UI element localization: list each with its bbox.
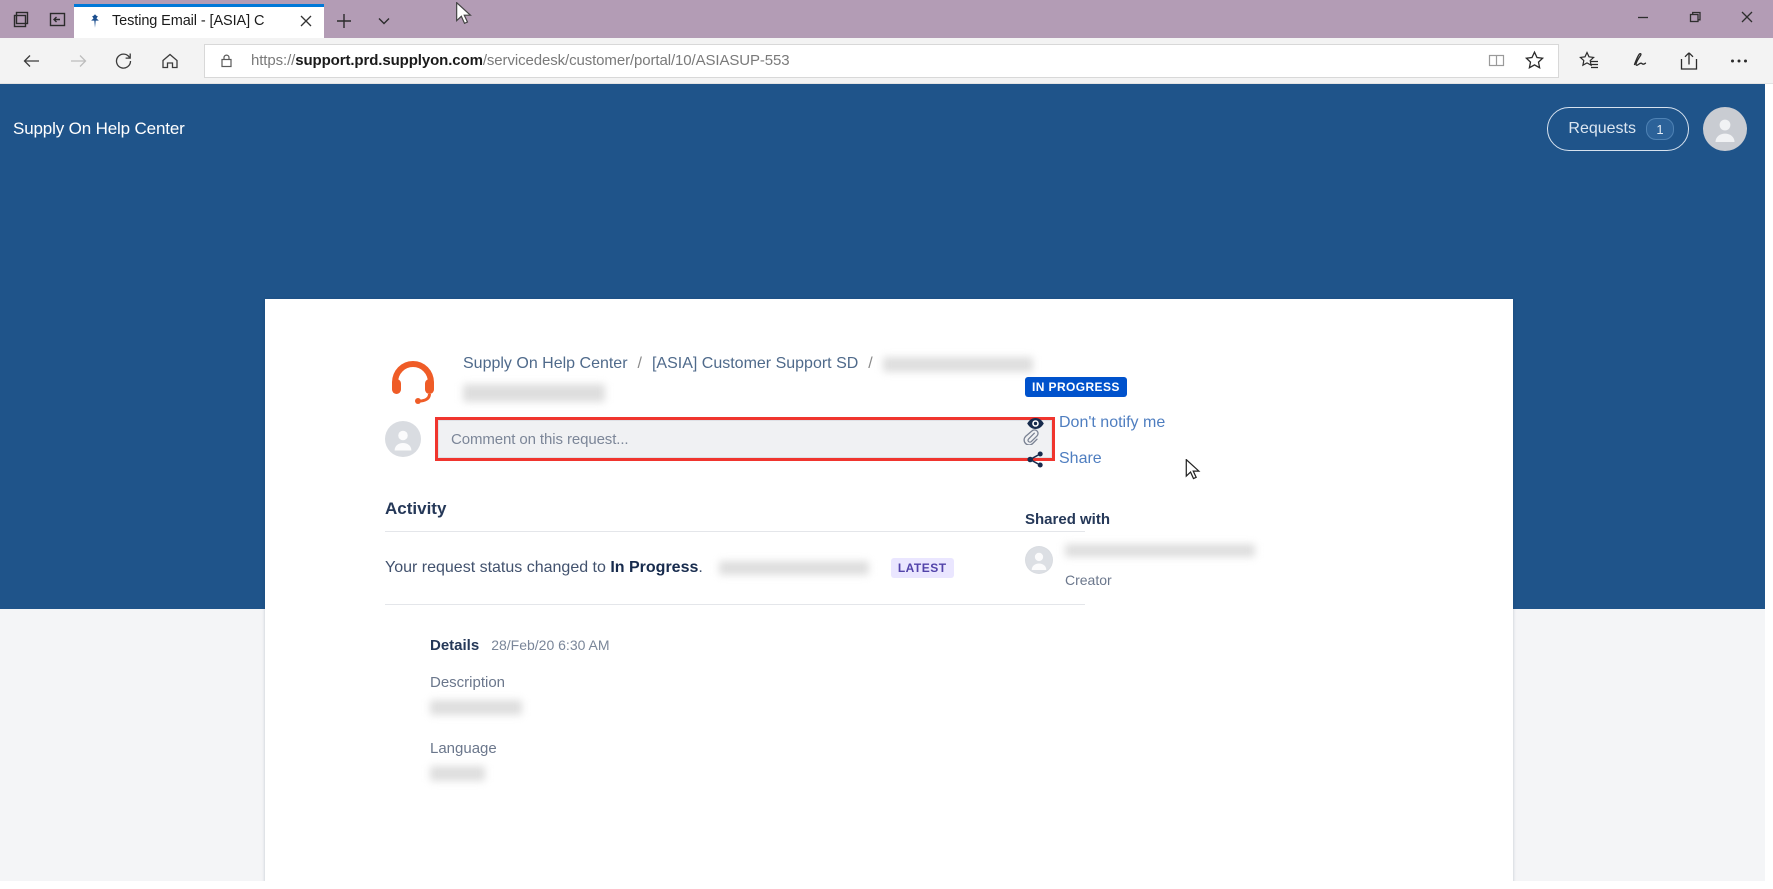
browser-navbar: https://support.prd.supplyon.com/service… [0, 38, 1773, 84]
share-action[interactable]: Share [1025, 449, 1325, 469]
restore-button[interactable] [1669, 0, 1721, 34]
portal-header-actions: Requests 1 [1547, 107, 1765, 151]
breadcrumb: Supply On Help Center / [ASIA] Customer … [463, 355, 1033, 373]
field-language: Language [430, 740, 1453, 786]
breadcrumb-item-servicedesk[interactable]: [ASIA] Customer Support SD [652, 355, 858, 373]
new-tab-button[interactable] [324, 4, 364, 38]
browser-window: Testing Email - [ASIA] C https://support… [0, 0, 1773, 889]
comment-input[interactable]: Comment on this request... [438, 420, 1052, 458]
forward-button[interactable] [56, 43, 100, 79]
share-label: Share [1059, 450, 1102, 467]
status-badge: IN PROGRESS [1025, 377, 1127, 397]
breadcrumb-block: Supply On Help Center / [ASIA] Customer … [463, 355, 1033, 407]
shared-person-avatar [1025, 546, 1053, 574]
tab-preview-icon[interactable] [10, 8, 32, 30]
requests-button[interactable]: Requests 1 [1547, 107, 1689, 151]
requests-label: Requests [1568, 120, 1636, 137]
share-icon[interactable] [1669, 43, 1709, 79]
field-value-redacted [430, 766, 485, 781]
titlebar-left-icons [0, 0, 74, 38]
request-card: Supply On Help Center / [ASIA] Customer … [265, 299, 1513, 889]
activity-author-redacted [718, 561, 869, 575]
viewport-right-edge [1765, 84, 1773, 889]
request-card-inner: Supply On Help Center / [ASIA] Customer … [265, 299, 1513, 786]
close-button[interactable] [1721, 0, 1773, 34]
field-value-redacted [430, 700, 522, 715]
latest-badge: LATEST [890, 558, 954, 578]
lock-icon [215, 53, 237, 68]
portal-header: Supply On Help Center Requests 1 [0, 84, 1765, 174]
shared-person-row: Creator [1025, 544, 1325, 588]
refresh-button[interactable] [102, 43, 146, 79]
chevron-down-icon[interactable] [364, 4, 404, 38]
field-description: Description [430, 674, 1453, 720]
jira-favicon [86, 12, 104, 30]
breadcrumb-item-portal[interactable]: Supply On Help Center [463, 355, 628, 373]
breadcrumb-separator: / [637, 355, 642, 372]
field-label: Description [430, 674, 506, 691]
mouse-cursor-titlebar [456, 2, 472, 25]
browser-tab[interactable]: Testing Email - [ASIA] C [74, 4, 324, 38]
avatar[interactable] [1703, 107, 1747, 151]
requests-count-badge: 1 [1646, 118, 1674, 140]
browser-toolbar-actions [1569, 43, 1763, 79]
share-nodes-icon [1025, 449, 1045, 469]
back-button[interactable] [10, 43, 54, 79]
notify-toggle[interactable]: Don't notify me [1025, 413, 1325, 433]
details-section: Details 28/Feb/20 6:30 AM Description La… [430, 637, 1453, 786]
portal-site-title: Supply On Help Center [13, 119, 185, 138]
request-title-redacted [463, 384, 605, 402]
ellipsis-icon[interactable] [1719, 43, 1759, 79]
request-sidebar: IN PROGRESS Don't notify me Share Shared… [1025, 377, 1325, 588]
shared-person-info: Creator [1065, 544, 1255, 588]
breadcrumb-item-request-redacted[interactable] [882, 356, 1033, 372]
window-controls [1617, 0, 1773, 38]
field-label: Language [430, 740, 497, 757]
tab-title: Testing Email - [ASIA] C [112, 13, 265, 29]
comment-input-highlight: Comment on this request... [435, 417, 1055, 461]
reading-view-icon[interactable] [1484, 49, 1508, 73]
comment-placeholder: Comment on this request... [451, 430, 629, 448]
activity-entry-text: Your request status changed to In Progre… [385, 559, 703, 576]
minimize-button[interactable] [1617, 0, 1669, 34]
breadcrumb-separator: / [868, 355, 873, 372]
favorites-hub-icon[interactable] [1569, 43, 1609, 79]
activity-divider [385, 531, 1085, 532]
star-icon[interactable] [1522, 49, 1546, 73]
details-date: 28/Feb/20 6:30 AM [491, 637, 610, 653]
browser-titlebar: Testing Email - [ASIA] C [0, 0, 1773, 38]
eye-icon [1025, 413, 1045, 433]
details-heading: Details [430, 637, 480, 654]
comment-avatar [385, 421, 421, 457]
activity-divider-bottom [385, 604, 1085, 605]
tab-close-icon[interactable] [296, 11, 316, 31]
home-button[interactable] [148, 43, 192, 79]
viewport-bottom-edge [0, 881, 1773, 889]
web-notes-icon[interactable] [1619, 43, 1659, 79]
shared-with-heading: Shared with [1025, 511, 1111, 528]
page-viewport: Supply On Help Center Requests 1 Supply … [0, 84, 1773, 889]
details-heading-row: Details 28/Feb/20 6:30 AM [430, 637, 1453, 654]
shared-person-role: Creator [1065, 572, 1112, 588]
headset-logo-icon [385, 351, 441, 407]
shared-person-email-redacted [1065, 544, 1255, 557]
notify-label: Don't notify me [1059, 414, 1166, 431]
address-bar[interactable]: https://support.prd.supplyon.com/service… [204, 43, 1559, 78]
address-bar-actions [1484, 49, 1552, 73]
set-aside-tabs-icon[interactable] [46, 8, 68, 30]
url-text: https://support.prd.supplyon.com/service… [251, 52, 790, 69]
